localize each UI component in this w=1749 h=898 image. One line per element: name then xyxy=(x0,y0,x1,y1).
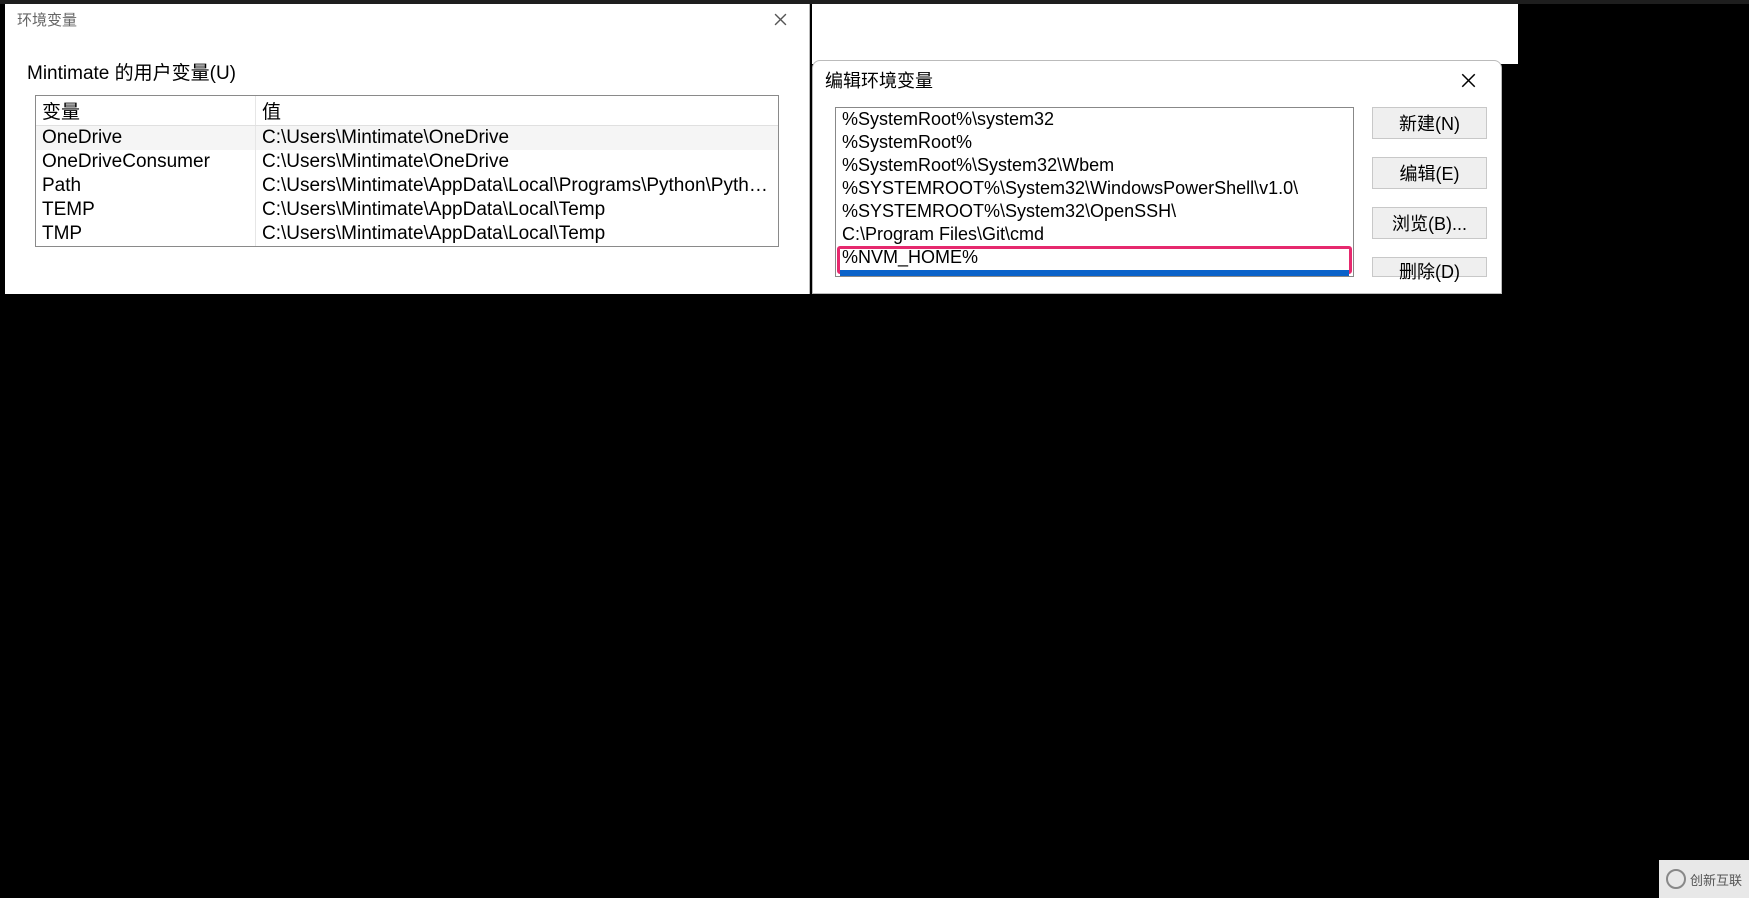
list-item[interactable]: %SystemRoot% xyxy=(836,131,1353,154)
watermark-text: 创新互联 xyxy=(1690,870,1742,889)
cell-val: C:\Users\Mintimate\OneDrive xyxy=(256,126,778,150)
browse-button[interactable]: 浏览(B)... xyxy=(1372,207,1487,239)
col-variable[interactable]: 变量 xyxy=(36,96,256,125)
title-bar: 环境变量 xyxy=(5,4,809,34)
button-column: 新建(N) 编辑(E) 浏览(B)... 删除(D) xyxy=(1372,107,1487,277)
cell-var: OneDrive xyxy=(36,126,256,150)
edit-button[interactable]: 编辑(E) xyxy=(1372,157,1487,189)
list-item[interactable]: %NVM_HOME% xyxy=(836,246,1353,269)
table-row[interactable]: TEMP C:\Users\Mintimate\AppData\Local\Te… xyxy=(36,198,778,222)
delete-button[interactable]: 删除(D) xyxy=(1372,257,1487,277)
close-icon[interactable] xyxy=(1446,66,1491,94)
cell-val: C:\Users\Mintimate\AppData\Local\Temp xyxy=(256,198,778,222)
background-panel xyxy=(812,4,1518,64)
table-row[interactable]: OneDrive C:\Users\Mintimate\OneDrive xyxy=(36,126,778,150)
cell-var: OneDriveConsumer xyxy=(36,150,256,174)
dialog-title: 环境变量 xyxy=(17,9,77,30)
dialog-title: 编辑环境变量 xyxy=(825,67,933,93)
user-vars-section-label: Mintimate 的用户变量(U) xyxy=(5,34,809,91)
dialog-body: %SystemRoot%\system32 %SystemRoot% %Syst… xyxy=(813,99,1501,277)
list-item[interactable]: %SystemRoot%\system32 xyxy=(836,108,1353,131)
edit-env-var-dialog: 编辑环境变量 %SystemRoot%\system32 %SystemRoot… xyxy=(812,60,1502,294)
close-icon[interactable] xyxy=(758,5,803,33)
list-item[interactable]: %SYSTEMROOT%\System32\OpenSSH\ xyxy=(836,200,1353,223)
list-item[interactable]: C:\Program Files\Git\cmd xyxy=(836,223,1353,246)
new-button[interactable]: 新建(N) xyxy=(1372,107,1487,139)
env-vars-dialog: 环境变量 Mintimate 的用户变量(U) 变量 值 OneDrive C:… xyxy=(5,4,810,294)
cell-val: C:\Users\Mintimate\AppData\Local\Program… xyxy=(256,174,778,198)
watermark-icon xyxy=(1666,869,1686,889)
cell-var: Path xyxy=(36,174,256,198)
watermark: 创新互联 xyxy=(1659,860,1749,898)
table-header: 变量 值 xyxy=(36,96,778,126)
user-vars-table[interactable]: 变量 值 OneDrive C:\Users\Mintimate\OneDriv… xyxy=(35,95,779,247)
cell-var: TMP xyxy=(36,222,256,246)
list-item[interactable]: %SYSTEMROOT%\System32\WindowsPowerShell\… xyxy=(836,177,1353,200)
title-bar: 编辑环境变量 xyxy=(813,61,1501,99)
table-row[interactable]: TMP C:\Users\Mintimate\AppData\Local\Tem… xyxy=(36,222,778,246)
table-row[interactable]: Path C:\Users\Mintimate\AppData\Local\Pr… xyxy=(36,174,778,198)
cell-val: C:\Users\Mintimate\OneDrive xyxy=(256,150,778,174)
table-row[interactable]: OneDriveConsumer C:\Users\Mintimate\OneD… xyxy=(36,150,778,174)
col-value[interactable]: 值 xyxy=(256,96,778,125)
cell-val: C:\Users\Mintimate\AppData\Local\Temp xyxy=(256,222,778,246)
selected-row-band xyxy=(840,270,1349,277)
list-item[interactable]: %SystemRoot%\System32\Wbem xyxy=(836,154,1353,177)
path-listbox[interactable]: %SystemRoot%\system32 %SystemRoot% %Syst… xyxy=(835,107,1354,277)
cell-var: TEMP xyxy=(36,198,256,222)
